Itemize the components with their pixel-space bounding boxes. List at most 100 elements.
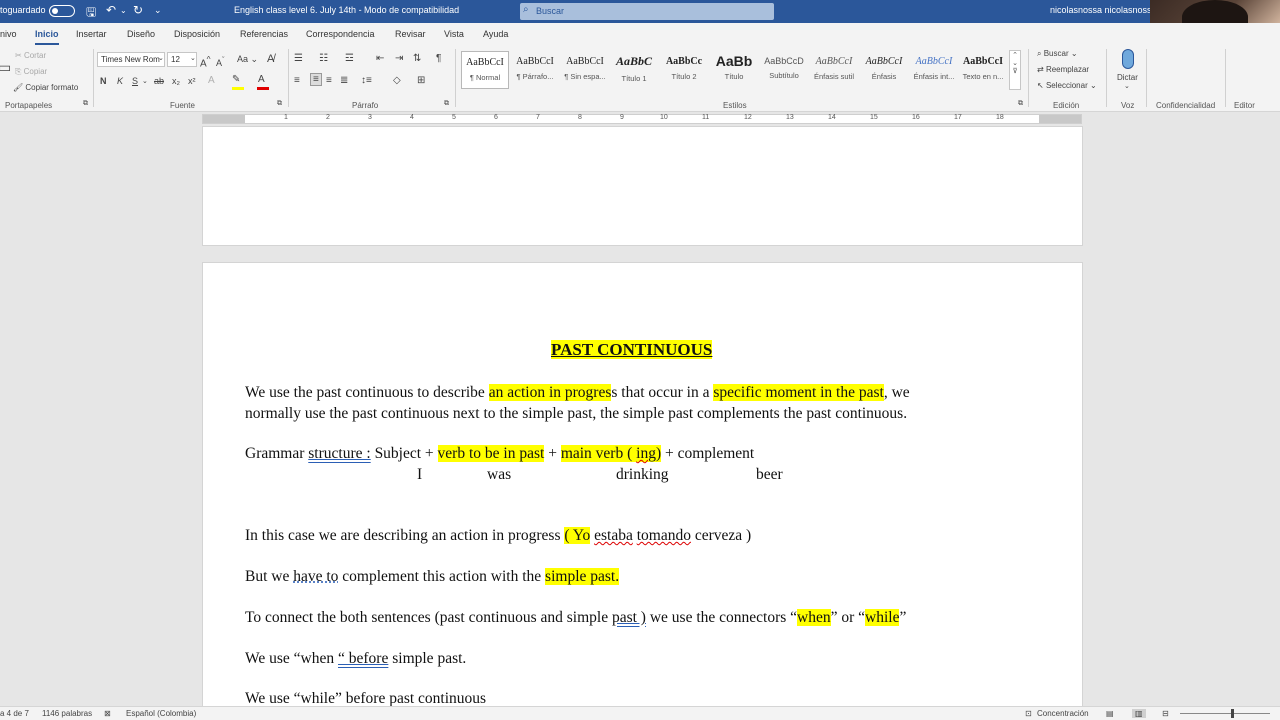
search-box[interactable]: ⌕ Buscar — [520, 3, 774, 20]
tab-view[interactable]: Vista — [444, 29, 464, 39]
paragraph-1-line-1[interactable]: We use the past continuous to describe a… — [245, 384, 910, 402]
document-heading[interactable]: PAST CONTINUOUS — [551, 340, 713, 360]
example-subject[interactable]: I — [417, 466, 422, 484]
styles-gallery-scroll[interactable]: ⌃ ⌄ ⊽ — [1009, 50, 1021, 90]
decrease-indent-icon[interactable]: ⇤ — [376, 53, 384, 64]
font-name-combo[interactable]: Times New Rom — [97, 52, 165, 67]
example-verb-be[interactable]: was — [487, 466, 511, 484]
font-launcher-icon[interactable]: ⧉ — [277, 100, 282, 108]
clipboard-launcher-icon[interactable]: ⧉ — [83, 100, 88, 108]
format-painter-button[interactable]: 🖌 Copiar formato — [13, 83, 78, 92]
customize-quick-access-icon[interactable]: ⌄ — [154, 5, 162, 16]
justify-icon[interactable]: ≣ — [340, 75, 348, 86]
paragraph-1-line-2[interactable]: normally use the past continuous next to… — [245, 405, 907, 423]
grammar-structure-line[interactable]: Grammar structure : Subject + verb to be… — [245, 445, 754, 463]
example-main-verb[interactable]: drinking — [616, 466, 669, 484]
tab-file[interactable]: nivo — [0, 29, 17, 39]
tab-home[interactable]: Inicio — [35, 29, 59, 45]
tab-layout[interactable]: Disposición — [174, 29, 220, 39]
style-subtle-emphasis[interactable]: AaBbCcI Énfasis sutil — [810, 51, 858, 89]
redo-icon[interactable]: ↻ — [133, 3, 143, 17]
shrink-font-button[interactable]: Aˇ — [216, 55, 225, 68]
font-color-icon[interactable]: A — [258, 74, 265, 85]
paragraph-4[interactable]: To connect the both sentences (past cont… — [245, 609, 906, 627]
zoom-slider-track[interactable] — [1180, 713, 1270, 714]
read-mode-icon[interactable]: ▤ — [1106, 709, 1114, 718]
sort-icon[interactable]: ⇅ — [413, 53, 421, 64]
editor-group-label[interactable]: Editor — [1234, 101, 1255, 110]
print-layout-icon[interactable]: ▥ — [1132, 709, 1146, 718]
grow-font-button[interactable]: A^ — [200, 54, 211, 69]
cut-button[interactable]: ✂ Cortar — [15, 51, 46, 60]
strikethrough-button[interactable]: ab — [154, 76, 164, 86]
dictate-button[interactable]: Dictar — [1117, 73, 1138, 82]
tab-help[interactable]: Ayuda — [483, 29, 508, 39]
horizontal-ruler[interactable]: 1 2 3 4 5 6 7 8 9 10 11 12 13 14 15 16 1… — [0, 112, 1280, 126]
styles-launcher-icon[interactable]: ⧉ — [1018, 100, 1023, 108]
clear-formatting-icon[interactable]: A̸ — [267, 53, 274, 65]
replace-button[interactable]: ⇄ Reemplazar — [1037, 65, 1089, 74]
italic-button[interactable]: K — [117, 76, 123, 86]
save-icon[interactable]: 🖫 — [86, 3, 96, 24]
align-left-icon[interactable]: ≡ — [294, 75, 300, 86]
ruler-track[interactable] — [202, 114, 1082, 124]
style-paragraph[interactable]: AaBbCcI ¶ Párrafo... — [511, 51, 559, 89]
underline-dropdown-icon[interactable]: ⌄ — [142, 77, 148, 85]
word-count[interactable]: 1146 palabras — [42, 709, 92, 718]
dictate-dropdown-icon[interactable]: ⌄ — [1124, 82, 1130, 90]
style-no-spacing[interactable]: AaBbCcI ¶ Sin espa... — [561, 51, 609, 89]
style-intense-emphasis[interactable]: AaBbCcI Énfasis int... — [910, 51, 958, 89]
undo-dropdown-icon[interactable]: ⌄ — [120, 6, 127, 15]
copy-button[interactable]: ⎘ Copiar — [15, 67, 47, 77]
paragraph-5[interactable]: We use “when “ before simple past. — [245, 650, 466, 668]
line-spacing-icon[interactable]: ↕≡ — [361, 75, 372, 86]
tab-design[interactable]: Diseño — [127, 29, 155, 39]
undo-icon[interactable]: ↶ — [106, 3, 116, 17]
subscript-button[interactable]: x₂ — [172, 76, 180, 86]
bold-button[interactable]: N — [100, 76, 107, 86]
text-effects-icon[interactable]: A — [208, 75, 215, 86]
paragraph-2[interactable]: In this case we are describing an action… — [245, 527, 751, 545]
page-indicator[interactable]: a 4 de 7 — [0, 709, 29, 718]
language-indicator[interactable]: Español (Colombia) — [126, 709, 196, 718]
paragraph-3[interactable]: But we have to complement this action wi… — [245, 568, 620, 586]
align-center-icon[interactable]: ≡ — [310, 73, 322, 86]
user-name[interactable]: nicolasnossa nicolasnossa — [1050, 5, 1157, 15]
font-name-dropdown-icon[interactable]: ⌄ — [158, 54, 164, 62]
multilevel-list-icon[interactable]: ☲ — [345, 53, 354, 64]
select-button[interactable]: ↖ Seleccionar ⌄ — [1037, 81, 1097, 90]
document-page-previous[interactable] — [202, 126, 1083, 246]
borders-icon[interactable]: ⊞ — [417, 75, 425, 86]
web-layout-icon[interactable]: ⊟ — [1162, 709, 1169, 718]
focus-mode-button[interactable]: Concentración — [1037, 709, 1089, 718]
style-subtitle[interactable]: AaBbCcD Subtítulo — [760, 51, 808, 89]
align-right-icon[interactable]: ≡ — [326, 75, 332, 86]
underline-button[interactable]: S — [132, 76, 138, 86]
numbering-icon[interactable]: ☷ — [319, 53, 328, 64]
tab-references[interactable]: Referencias — [240, 29, 288, 39]
proofing-icon[interactable]: ⊠ — [104, 709, 111, 718]
tab-review[interactable]: Revisar — [395, 29, 426, 39]
show-formatting-icon[interactable]: ¶ — [436, 53, 441, 64]
style-heading-1[interactable]: AaBbC Título 1 — [610, 51, 658, 89]
autosave-toggle[interactable] — [49, 5, 75, 17]
paragraph-launcher-icon[interactable]: ⧉ — [444, 100, 449, 108]
shading-icon[interactable]: ◇ — [393, 75, 401, 86]
style-emphasis[interactable]: AaBbCcI Énfasis — [860, 51, 908, 89]
change-case-button[interactable]: Aa ⌄ — [237, 54, 258, 65]
microphone-icon[interactable] — [1122, 49, 1134, 69]
style-title[interactable]: AaBb Título — [710, 51, 758, 89]
zoom-slider-thumb[interactable] — [1231, 709, 1234, 718]
paste-icon[interactable]: ▭ — [0, 59, 11, 76]
font-size-dropdown-icon[interactable]: ⌄ — [190, 54, 196, 62]
tab-mailings[interactable]: Correspondencia — [306, 29, 375, 39]
increase-indent-icon[interactable]: ⇥ — [395, 53, 403, 64]
document-page[interactable]: PAST CONTINUOUS We use the past continuo… — [202, 262, 1083, 720]
example-complement[interactable]: beer — [756, 466, 783, 484]
sensitivity-group-label[interactable]: Confidencialidad — [1156, 101, 1215, 110]
find-button[interactable]: ⌕ Buscar ⌄ — [1037, 49, 1078, 59]
superscript-button[interactable]: x² — [188, 76, 196, 86]
document-title[interactable]: English class level 6. July 14th - Modo … — [234, 5, 459, 15]
style-strong[interactable]: AaBbCcI Texto en n... — [959, 51, 1007, 89]
style-heading-2[interactable]: AaBbCc Título 2 — [660, 51, 708, 89]
